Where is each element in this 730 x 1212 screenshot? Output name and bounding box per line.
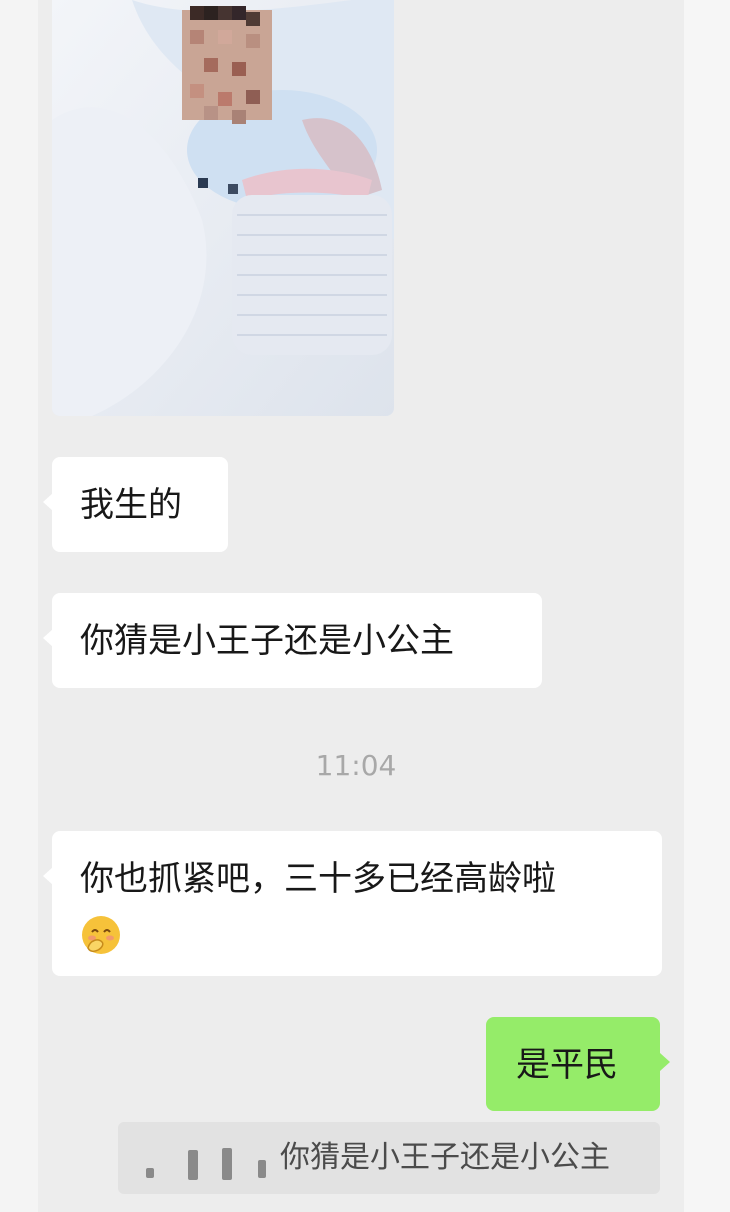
message-text: 我生的 <box>80 485 182 525</box>
message-timestamp: 11:04 <box>315 749 397 782</box>
message-bubble-sent[interactable]: 是平民 <box>486 1017 670 1111</box>
quoted-message-text: 你猜是小王子还是小公主 <box>280 1140 610 1175</box>
message-bubble-1[interactable]: 我生的 <box>43 457 228 552</box>
right-margin <box>684 0 730 1212</box>
shy-smile-emoji-icon <box>82 915 120 954</box>
message-bubble-3[interactable]: 你也抓紧吧，三十多已经高龄啦 <box>43 831 662 976</box>
message-bubble-2[interactable]: 你猜是小王子还是小公主 <box>43 593 542 688</box>
message-text: 你也抓紧吧，三十多已经高龄啦 <box>80 859 556 899</box>
message-text: 是平民 <box>516 1045 618 1085</box>
baby-photo-image <box>52 0 394 416</box>
baby-photo-message[interactable] <box>52 0 394 416</box>
message-text: 你猜是小王子还是小公主 <box>80 621 454 661</box>
quoted-message-bar[interactable]: 你猜是小王子还是小公主 <box>118 1122 660 1194</box>
left-margin <box>0 0 38 1212</box>
chat-panel[interactable]: 我生的 你猜是小王子还是小公主 11:04 你也抓紧吧，三十多已经高龄啦 是平民… <box>38 0 684 1212</box>
